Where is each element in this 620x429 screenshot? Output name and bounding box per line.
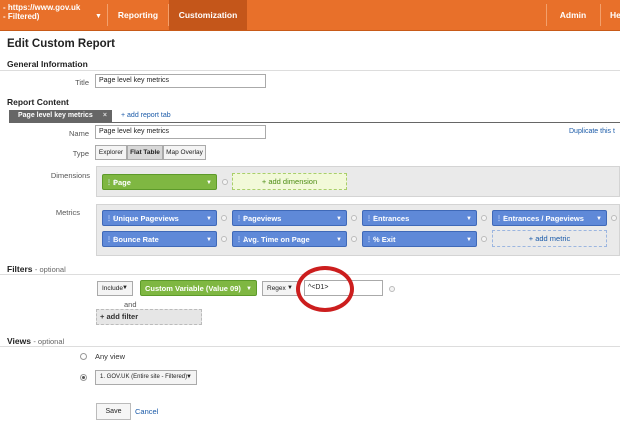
drag-handle-icon[interactable]: ⋮⋮: [106, 211, 118, 227]
nav-help[interactable]: He: [602, 0, 620, 30]
account-line-2: - Filtered): [3, 12, 40, 21]
match-type-value: Regex: [267, 285, 286, 292]
account-selector[interactable]: - https://www.gov.uk - Filtered) ▼: [3, 3, 105, 29]
name-input[interactable]: Page level key metrics: [95, 125, 266, 139]
report-tab-label: Page level key metrics: [18, 112, 93, 119]
remove-icon[interactable]: [481, 236, 487, 242]
metric-chip[interactable]: ⋮⋮ Entrances ▼: [362, 210, 477, 226]
views-heading: Views - optional: [7, 336, 64, 346]
metric-label: Entrances / Pageviews: [503, 214, 584, 223]
filters-heading: Filters - optional: [7, 264, 66, 274]
type-label: Type: [72, 149, 89, 158]
chevron-down-icon: ▼: [95, 13, 102, 20]
title-input[interactable]: Page level key metrics: [95, 74, 266, 88]
include-value: Include: [102, 285, 123, 292]
type-flat-table-button[interactable]: Flat Table: [127, 145, 163, 160]
metrics-label: Metrics: [55, 208, 80, 217]
dimension-chip-page[interactable]: ⋮⋮ Page ▼: [102, 174, 217, 190]
divider: [0, 70, 620, 71]
page-title: Edit Custom Report: [7, 38, 115, 50]
metric-chip[interactable]: ⋮⋮ Avg. Time on Page ▼: [232, 231, 347, 247]
chevron-down-icon[interactable]: ▼: [336, 211, 342, 227]
drag-handle-icon[interactable]: ⋮⋮: [236, 232, 248, 248]
metric-chip[interactable]: ⋮⋮ Bounce Rate ▼: [102, 231, 217, 247]
divider: [0, 346, 620, 347]
chevron-down-icon: ▼: [287, 285, 293, 291]
remove-icon[interactable]: [222, 179, 228, 185]
add-report-tab-link[interactable]: + add report tab: [121, 112, 171, 119]
save-button[interactable]: Save: [96, 403, 131, 420]
highlight-circle: [296, 266, 354, 312]
chevron-down-icon: ▼: [122, 285, 128, 291]
optional-note: - optional: [33, 337, 65, 346]
account-line-1: - https://www.gov.uk: [3, 3, 81, 12]
drag-handle-icon[interactable]: ⋮⋮: [496, 211, 508, 227]
type-map-overlay-button[interactable]: Map Overlay: [163, 145, 206, 160]
remove-icon[interactable]: [481, 215, 487, 221]
any-view-radio[interactable]: [80, 353, 87, 360]
and-label: and: [124, 300, 137, 309]
type-explorer-button[interactable]: Explorer: [95, 145, 127, 160]
metric-label: Entrances: [373, 214, 410, 223]
nav-reporting[interactable]: Reporting: [108, 0, 168, 30]
duplicate-tab-link[interactable]: Duplicate this t: [569, 128, 615, 135]
remove-icon[interactable]: [351, 215, 357, 221]
metric-chip[interactable]: ⋮⋮ Unique Pageviews ▼: [102, 210, 217, 226]
nav-divider: [600, 4, 601, 26]
metric-label: Avg. Time on Page: [243, 235, 310, 244]
view-select[interactable]: 1. GOV.UK (Entire site - Filtered) ▼: [95, 370, 197, 385]
add-dimension-button[interactable]: + add dimension: [232, 173, 347, 190]
name-label: Name: [68, 129, 89, 138]
drag-handle-icon[interactable]: ⋮⋮: [106, 232, 118, 248]
dimensions-label: Dimensions: [50, 171, 90, 180]
match-type-select[interactable]: Regex ▼: [262, 281, 298, 296]
drag-handle-icon[interactable]: ⋮⋮: [106, 175, 118, 191]
metric-label: Bounce Rate: [113, 235, 159, 244]
remove-icon[interactable]: [221, 236, 227, 242]
chevron-down-icon[interactable]: ▼: [206, 211, 212, 227]
selected-view-radio[interactable]: [80, 374, 87, 381]
chevron-down-icon[interactable]: ▼: [596, 211, 602, 227]
metric-label: Pageviews: [243, 214, 282, 223]
cancel-link[interactable]: Cancel: [135, 407, 158, 416]
optional-note: - optional: [34, 265, 66, 274]
add-filter-button[interactable]: + add filter: [96, 309, 202, 325]
filter-dimension-chip[interactable]: Custom Variable (Value 09) ▼: [140, 280, 257, 296]
chevron-down-icon: ▼: [186, 374, 192, 380]
any-view-label: Any view: [95, 352, 126, 361]
metric-chip[interactable]: ⋮⋮ % Exit ▼: [362, 231, 477, 247]
chevron-down-icon[interactable]: ▼: [336, 232, 342, 248]
add-metric-button[interactable]: + add metric: [492, 230, 607, 247]
report-tab[interactable]: Page level key metrics ×: [9, 110, 112, 122]
nav-customization[interactable]: Customization: [169, 0, 247, 30]
remove-icon[interactable]: [389, 286, 395, 292]
general-information-heading: General Information: [7, 59, 88, 69]
title-label: Title: [75, 78, 89, 87]
chevron-down-icon[interactable]: ▼: [206, 232, 212, 248]
filters-title: Filters: [7, 264, 33, 274]
chevron-down-icon[interactable]: ▼: [246, 281, 252, 297]
chevron-down-icon[interactable]: ▼: [466, 232, 472, 248]
drag-handle-icon[interactable]: ⋮⋮: [366, 211, 378, 227]
views-title: Views: [7, 336, 31, 346]
filter-dimension-label: Custom Variable (Value 09): [145, 284, 241, 293]
nav-admin[interactable]: Admin: [547, 0, 599, 30]
chevron-down-icon[interactable]: ▼: [206, 175, 212, 191]
report-content-heading: Report Content: [7, 97, 69, 107]
view-select-value: 1. GOV.UK (Entire site - Filtered): [100, 374, 188, 380]
remove-icon[interactable]: [221, 215, 227, 221]
drag-handle-icon[interactable]: ⋮⋮: [366, 232, 378, 248]
tab-underline: [9, 122, 620, 123]
metric-chip[interactable]: ⋮⋮ Entrances / Pageviews ▼: [492, 210, 607, 226]
remove-icon[interactable]: [351, 236, 357, 242]
close-icon[interactable]: ×: [103, 110, 107, 122]
metric-label: Unique Pageviews: [113, 214, 179, 223]
metric-chip[interactable]: ⋮⋮ Pageviews ▼: [232, 210, 347, 226]
drag-handle-icon[interactable]: ⋮⋮: [236, 211, 248, 227]
remove-icon[interactable]: [611, 215, 617, 221]
include-select[interactable]: Include ▼: [97, 281, 133, 296]
chevron-down-icon[interactable]: ▼: [466, 211, 472, 227]
top-nav-bar: - https://www.gov.uk - Filtered) ▼ Repor…: [0, 0, 620, 31]
